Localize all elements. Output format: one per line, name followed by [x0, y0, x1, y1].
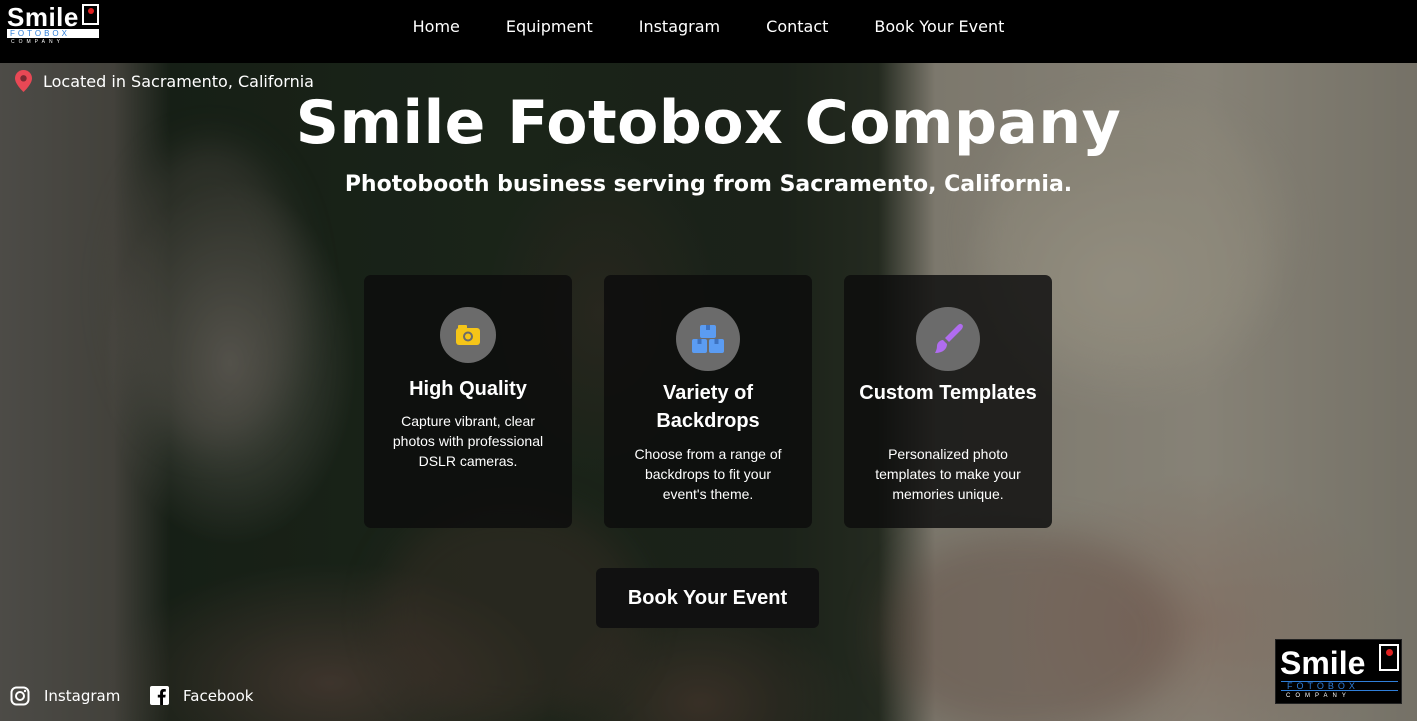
feature-icon-circle: [916, 307, 980, 371]
footer-logo: Smile FOTOBOX COMPANY: [1275, 639, 1402, 704]
facebook-icon: [150, 686, 169, 705]
feature-title: Variety of Backdrops: [656, 382, 760, 432]
logo-mark: [1379, 644, 1399, 671]
paintbrush-icon: [935, 323, 963, 353]
logo-word: Smile: [1280, 645, 1366, 681]
feature-card-variety-of-backdrops: Variety of Backdrops Choose from a range…: [604, 275, 812, 528]
feature-description: Choose from a range of backdrops to fit …: [634, 446, 782, 502]
instagram-link[interactable]: Instagram: [10, 686, 120, 706]
feature-card-high-quality: High Quality Capture vibrant, clear phot…: [364, 275, 572, 528]
nav-book-your-event[interactable]: Book Your Event: [874, 17, 1004, 36]
hero-subtitle: Photobooth business serving from Sacrame…: [344, 172, 1073, 197]
feature-icon-circle: [440, 307, 496, 363]
boxes-icon: [692, 325, 724, 353]
hero-title: Smile Fotobox Company: [295, 88, 1122, 158]
facebook-label: Facebook: [183, 686, 254, 705]
nav-contact[interactable]: Contact: [766, 17, 828, 36]
top-navbar: Smile FOTOBOX COMPANY Home Equipment Ins…: [0, 0, 1417, 63]
feature-description: Personalized photo templates to make you…: [875, 446, 1021, 502]
feature-title: High Quality: [409, 378, 527, 400]
instagram-label: Instagram: [44, 687, 121, 705]
feature-title: Custom Templates: [859, 382, 1037, 404]
facebook-link[interactable]: Facebook: [150, 686, 253, 705]
feature-icon-circle: [676, 307, 740, 371]
nav-instagram[interactable]: Instagram: [639, 17, 720, 36]
nav-home[interactable]: Home: [413, 17, 460, 36]
nav-equipment[interactable]: Equipment: [506, 17, 593, 36]
camera-icon: [456, 325, 480, 345]
instagram-icon: [10, 686, 30, 706]
feature-card-custom-templates: Custom Templates Personalized photo temp…: [844, 275, 1052, 528]
feature-description: Capture vibrant, clear photos with profe…: [392, 413, 544, 469]
logo-sub: COMPANY: [1286, 693, 1351, 699]
logo-band: FOTOBOX: [1281, 681, 1398, 691]
main-nav: Home Equipment Instagram Contact Book Yo…: [0, 0, 1417, 53]
book-your-event-button[interactable]: Book Your Event: [596, 568, 819, 628]
